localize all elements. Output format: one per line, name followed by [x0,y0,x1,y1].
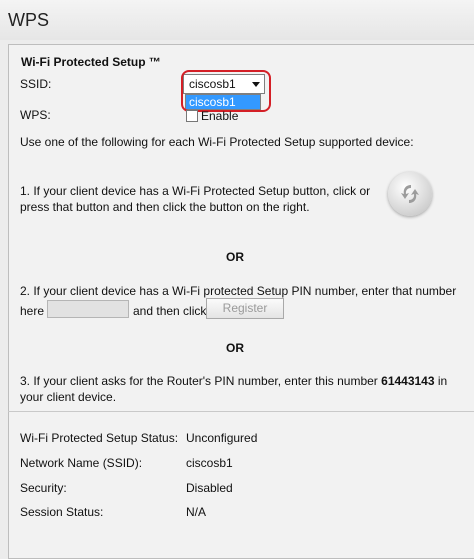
step3-suffix: in [437,374,448,388]
step3-prefix: 3. If your client asks for the Router's … [20,374,378,388]
highlight-ring [181,70,271,112]
instructions-intro: Use one of the following for each Wi-Fi … [20,135,414,149]
ssid-label: SSID: [20,77,52,91]
wps-enable-label: Enable [201,109,239,123]
router-pin-value: 61443143 [381,374,435,388]
step1-line2: press that button and then click the but… [20,200,310,214]
or-separator-1: OR [226,250,244,264]
status-value-session: N/A [186,505,207,519]
status-label-ssid: Network Name (SSID): [20,456,143,470]
status-label-session: Session Status: [20,505,104,519]
client-pin-input[interactable] [47,300,129,318]
status-label-wps: Wi-Fi Protected Setup Status: [20,431,179,445]
step2-here: here [20,304,45,318]
divider [8,411,474,412]
wps-arrows-icon [401,185,419,203]
status-value-wps: Unconfigured [186,431,258,445]
register-button[interactable]: Register [206,298,284,319]
wps-label: WPS: [20,108,51,122]
section-title: Wi-Fi Protected Setup ™ [21,55,161,69]
wps-push-button[interactable] [388,172,432,216]
page-header: WPS [0,0,474,40]
step3-line2: your client device. [20,390,117,404]
page-title: WPS [8,10,50,30]
status-value-ssid: ciscosb1 [186,456,233,470]
status-value-security: Disabled [186,481,233,495]
step2-then: and then click [133,304,207,318]
wps-enable-checkbox[interactable] [186,110,198,122]
status-label-security: Security: [20,481,67,495]
or-separator-2: OR [226,341,244,355]
